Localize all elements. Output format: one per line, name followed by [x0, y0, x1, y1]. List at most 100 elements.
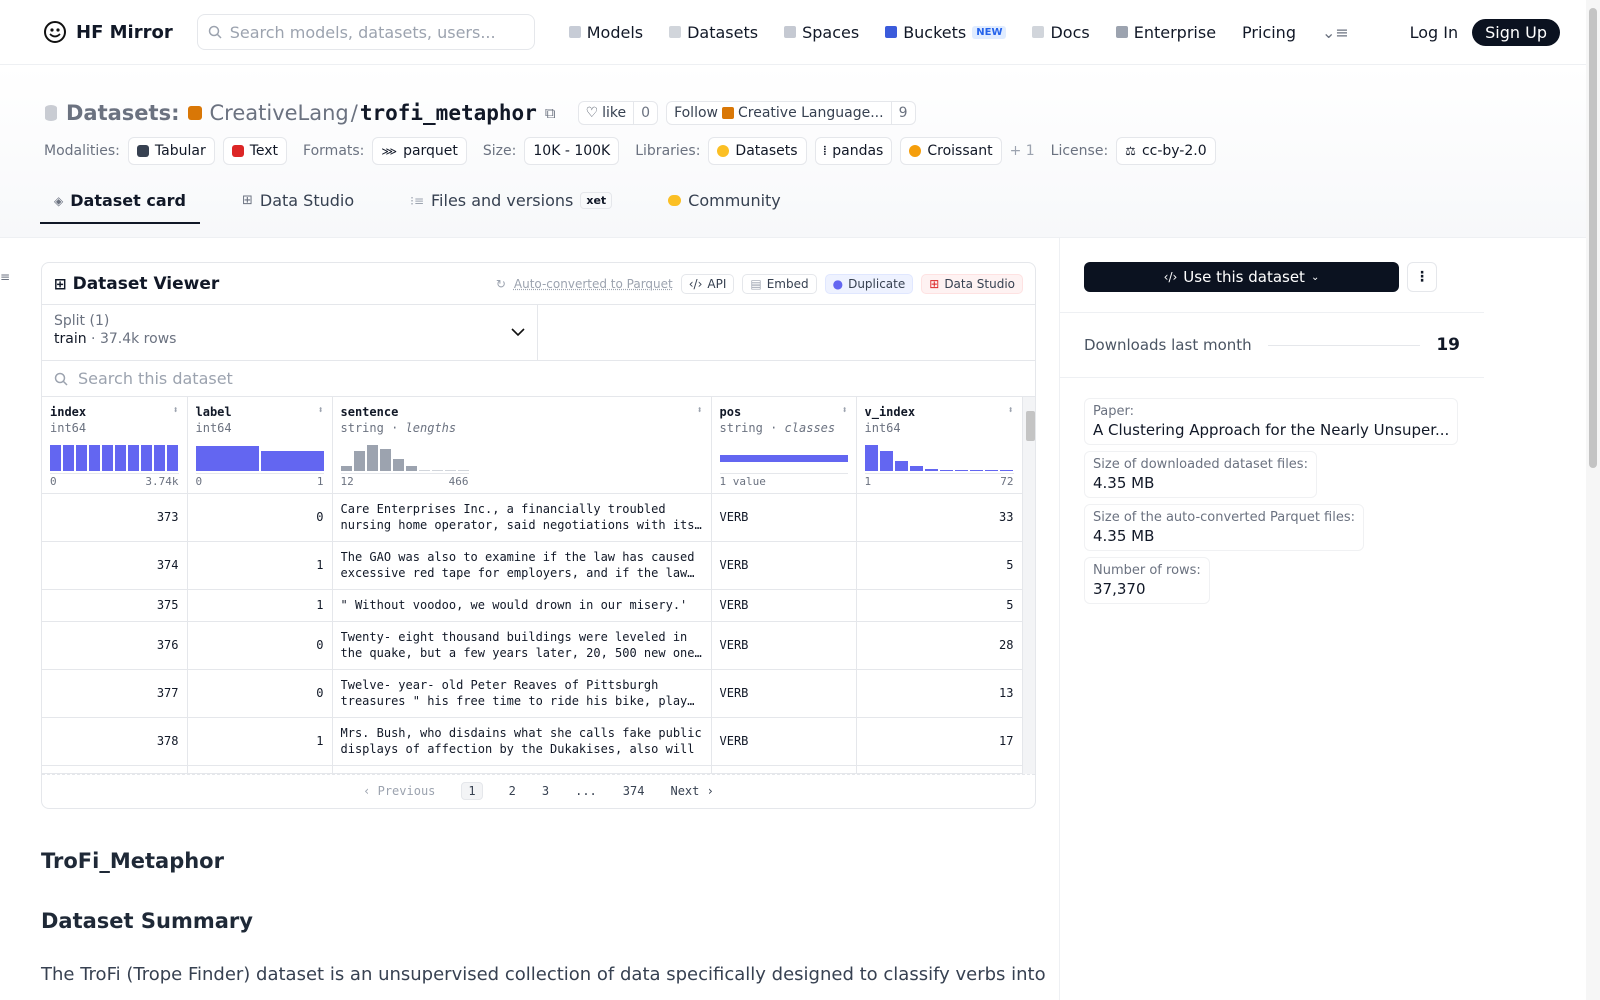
column-header-index[interactable]: index ⬍ int64 0 3.74k [42, 397, 188, 494]
cell-pos[interactable]: VERB [711, 589, 857, 622]
cell-pos[interactable]: VERB [711, 621, 857, 670]
copy-icon[interactable]: ⧉ [545, 104, 556, 122]
cell-sentence[interactable]: Care Enterprises Inc., a financially tro… [332, 493, 712, 542]
cell-pos[interactable]: VERB [711, 717, 857, 766]
histogram-bar [1000, 470, 1014, 471]
nav-docs[interactable]: Docs [1032, 23, 1090, 42]
sidebar-toggle-icon[interactable]: ≡ [0, 270, 10, 284]
login-link[interactable]: Log In [1410, 23, 1459, 42]
global-search-input[interactable]: Search models, datasets, users... [196, 14, 535, 50]
page-last[interactable]: 374 [623, 784, 645, 798]
cell-label[interactable]: 1 [187, 589, 333, 622]
cell-pos[interactable]: VERB [711, 493, 857, 542]
nav-pricing[interactable]: Pricing [1242, 23, 1296, 42]
cell-index[interactable]: 373 [42, 493, 188, 542]
signup-button[interactable]: Sign Up [1472, 18, 1560, 46]
cell-label[interactable]: 1 [187, 717, 333, 766]
cell-label[interactable]: 1 [187, 541, 333, 590]
repo-name[interactable]: trofi_metaphor [360, 101, 537, 125]
column-header-sentence[interactable]: sentence ⬍ string · lengths 12 466 [332, 397, 712, 494]
repo-owner[interactable]: CreativeLang [210, 101, 349, 125]
pagination: ‹ Previous 1 2 3 ... 374 Next › [42, 773, 1035, 808]
table-scroll-thumb[interactable] [1025, 411, 1035, 441]
sort-icon[interactable]: ⬍ [317, 405, 323, 419]
cell-v-index[interactable]: 33 [856, 493, 1023, 542]
cell-v-index[interactable]: 13 [856, 669, 1023, 718]
follow-button[interactable]: Follow Creative Language... 9 [666, 101, 916, 125]
tab-dataset-card[interactable]: ◈ Dataset card [40, 191, 200, 224]
cell-pos[interactable]: VERB [711, 541, 857, 590]
table-row[interactable]: 378 1 Mrs. Bush, who disdains what she cal… [42, 717, 1023, 766]
cell-v-index[interactable]: 5 [856, 541, 1023, 590]
api-button[interactable]: ‹/› API [680, 273, 735, 294]
cell-index[interactable]: 378 [42, 717, 188, 766]
nav-datasets[interactable]: Datasets [669, 23, 758, 42]
cell-sentence[interactable]: Twelve- year- old Peter Reaves of Pittsb… [332, 669, 712, 718]
brand[interactable]: HF Mirror [42, 19, 173, 45]
prev-page[interactable]: ‹ Previous [363, 784, 435, 798]
table-row[interactable]: 377 0 Twelve- year- old Peter Reaves of Pi… [42, 669, 1023, 718]
cell-label[interactable]: 0 [187, 493, 333, 542]
nav-buckets[interactable]: Buckets NEW [885, 23, 1007, 42]
use-dataset-button[interactable]: ‹/› Use this dataset ⌄ [1084, 262, 1399, 292]
column-header-label[interactable]: label ⬍ int64 0 1 [187, 397, 333, 494]
like-button[interactable]: ♡ like 0 [577, 101, 659, 125]
license-tag[interactable]: ⚖ cc-by-2.0 [1116, 137, 1216, 165]
modality-text[interactable]: Text [222, 137, 288, 165]
column-header-v_index[interactable]: v_index ⬍ int64 1 72 [856, 397, 1023, 494]
library-datasets[interactable]: Datasets [708, 137, 807, 165]
chevron-down-icon [511, 328, 525, 337]
cell-pos[interactable]: VERB [711, 669, 857, 718]
table-scrollbar[interactable] [1022, 397, 1035, 774]
page-1[interactable]: 1 [461, 782, 483, 800]
cell-sentence[interactable]: " Without voodoo, we would drown in our … [332, 589, 712, 622]
cell-index[interactable]: 374 [42, 541, 188, 590]
embed-button[interactable]: ▤ Embed [742, 273, 817, 294]
cell-v-index[interactable]: 17 [856, 717, 1023, 766]
page-scroll-thumb[interactable] [1589, 8, 1597, 468]
cell-index[interactable]: 377 [42, 669, 188, 718]
dataset-search-input[interactable]: Search this dataset [42, 361, 1035, 397]
cell-sentence[interactable]: Mrs. Bush, who disdains what she calls f… [332, 717, 712, 766]
more-menu-icon[interactable]: ⌄≡ [1322, 23, 1349, 42]
page-scrollbar[interactable] [1586, 0, 1600, 1000]
more-options-icon[interactable]: ⋮ [1407, 262, 1437, 292]
cell-index[interactable]: 376 [42, 621, 188, 670]
cell-sentence[interactable]: Twenty- eight thousand buildings were le… [332, 621, 712, 670]
nav-enterprise[interactable]: Enterprise [1115, 23, 1216, 42]
cell-label[interactable]: 0 [187, 669, 333, 718]
sort-icon[interactable]: ⬍ [696, 405, 702, 419]
tab-community[interactable]: Community [654, 191, 795, 224]
library-croissant[interactable]: Croissant [900, 137, 1002, 165]
sort-icon[interactable]: ⬍ [841, 405, 847, 419]
cell-label[interactable]: 0 [187, 621, 333, 670]
page-3[interactable]: 3 [542, 784, 549, 798]
table-row[interactable]: 375 1 " Without voodoo, we would drown in … [42, 589, 1023, 622]
auto-converted-link[interactable]: Auto-converted to Parquet [514, 277, 673, 291]
modality-tabular[interactable]: Tabular [127, 137, 215, 165]
duplicate-button[interactable]: ● Duplicate [824, 273, 914, 294]
info-paper[interactable]: Paper: A Clustering Approach for the Near… [1084, 398, 1459, 445]
library-pandas[interactable]: ⦙ pandas [814, 137, 893, 165]
cell-index[interactable]: 375 [42, 589, 188, 622]
libraries-more[interactable]: + 1 [1010, 143, 1035, 159]
data-studio-button[interactable]: ⊞ Data Studio [921, 273, 1023, 294]
cell-v-index[interactable]: 28 [856, 621, 1023, 670]
column-header-pos[interactable]: pos ⬍ string · classes 1 value [711, 397, 857, 494]
nav-models[interactable]: Models [568, 23, 643, 42]
next-page[interactable]: Next › [670, 784, 713, 798]
page-2[interactable]: 2 [509, 784, 516, 798]
table-row[interactable]: 374 1 The GAO was also to examine if the l… [42, 541, 1023, 590]
sort-icon[interactable]: ⬍ [1007, 405, 1013, 419]
tab-data-studio[interactable]: ⊞ Data Studio [228, 191, 368, 224]
table-row[interactable]: 376 0 Twenty- eight thousand buildings wer… [42, 621, 1023, 670]
table-row[interactable]: 373 0 Care Enterprises Inc., a financially… [42, 493, 1023, 542]
tab-files[interactable]: ⁝≡ Files and versions xet [396, 191, 626, 224]
split-selector[interactable]: Split (1) train · 37.4k rows [42, 305, 538, 360]
nav-spaces[interactable]: Spaces [784, 23, 859, 42]
sort-icon[interactable]: ⬍ [172, 405, 178, 419]
cell-v-index[interactable]: 5 [856, 589, 1023, 622]
cell-sentence[interactable]: The GAO was also to examine if the law h… [332, 541, 712, 590]
format-parquet[interactable]: ⋙ parquet [372, 137, 467, 165]
size-tag[interactable]: 10K - 100K [524, 137, 620, 165]
